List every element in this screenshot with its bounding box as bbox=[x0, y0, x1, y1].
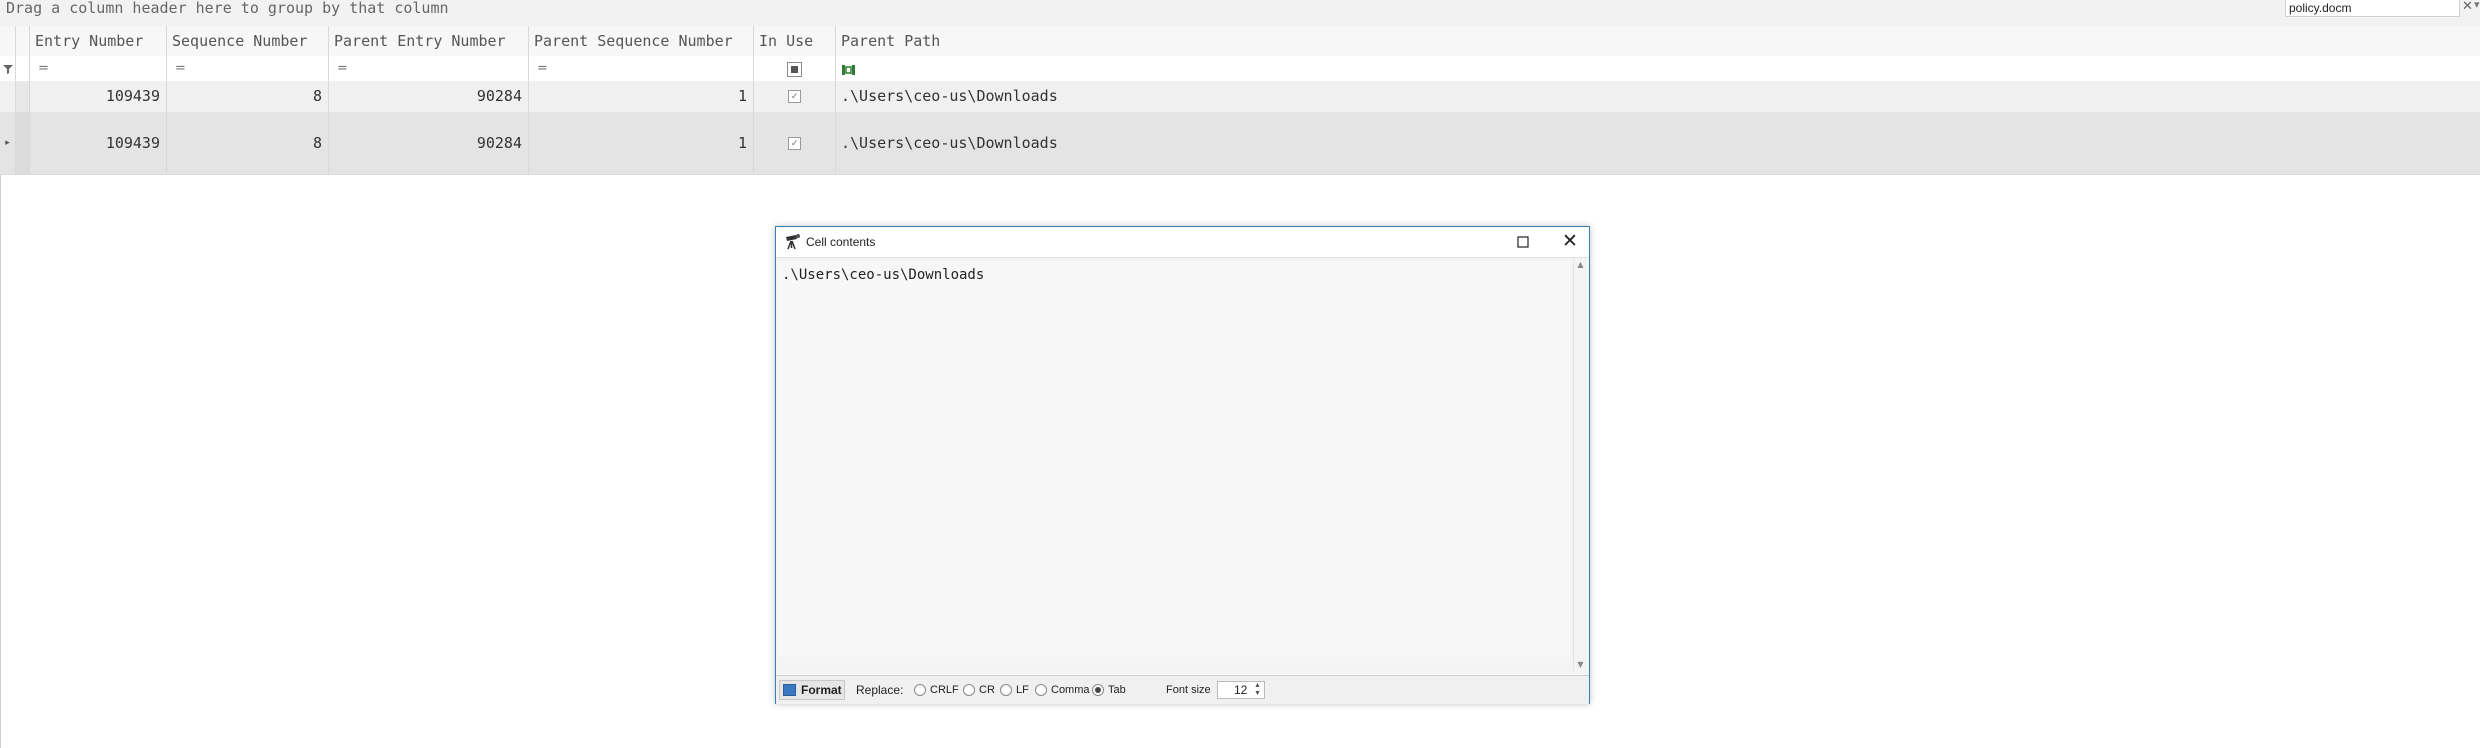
row-focus-indicator-icon: ▸ bbox=[0, 112, 16, 174]
search-options-icon[interactable]: ▾ bbox=[2474, 0, 2480, 11]
radio-comma[interactable] bbox=[1035, 684, 1047, 696]
cell-parent-sequence-number[interactable]: 1 bbox=[529, 112, 754, 174]
radio-cr-label: CR bbox=[979, 684, 995, 696]
cell-sequence-number[interactable]: 8 bbox=[167, 112, 329, 174]
cell-parent-path[interactable]: .\Users\ceo-us\Downloads bbox=[836, 81, 2480, 112]
radio-comma-label: Comma bbox=[1051, 684, 1090, 696]
data-grid[interactable]: Entry Number Sequence Number Parent Entr… bbox=[0, 26, 2480, 175]
filter-sequence-number[interactable]: = bbox=[167, 56, 329, 81]
filter-in-use-checkbox[interactable] bbox=[754, 56, 836, 81]
dialog-footer: Format Replace: CRLF CR LF Comma Tab Fon… bbox=[776, 675, 1589, 704]
filter-parent-entry-number[interactable]: = bbox=[329, 56, 529, 81]
radio-tab-label: Tab bbox=[1108, 684, 1126, 696]
row-spacer bbox=[16, 81, 30, 112]
font-size-label: Font size bbox=[1166, 684, 1211, 696]
scroll-down-icon[interactable]: ▼ bbox=[1576, 660, 1585, 669]
radio-crlf-label: CRLF bbox=[930, 684, 959, 696]
filter-parent-sequence-number[interactable]: = bbox=[529, 56, 754, 81]
filter-icon[interactable] bbox=[0, 56, 16, 81]
cell-entry-number[interactable]: 109439 bbox=[30, 81, 167, 112]
dialog-titlebar[interactable]: Cell contents ✕ bbox=[776, 227, 1589, 258]
cell-contents-dialog[interactable]: Cell contents ✕ .\Users\ceo-us\Downloads… bbox=[775, 226, 1590, 704]
column-header-sequence-number[interactable]: Sequence Number bbox=[167, 26, 329, 56]
in-use-checkbox[interactable]: ✓ bbox=[788, 90, 801, 103]
cell-parent-path[interactable]: .\Users\ceo-us\Downloads bbox=[836, 112, 2480, 174]
search-clear-icon[interactable]: ✕ bbox=[2462, 0, 2473, 14]
cell-in-use[interactable]: ✓ bbox=[754, 81, 836, 112]
filter-entry-number[interactable]: = bbox=[30, 56, 167, 81]
table-row-selected[interactable]: ▸ 109439 8 90284 1 ✓ .\Users\ceo-us\Down… bbox=[0, 112, 2480, 175]
filter-parent-path[interactable] bbox=[836, 56, 2480, 81]
radio-crlf[interactable] bbox=[914, 684, 926, 696]
radio-tab[interactable] bbox=[1092, 684, 1104, 696]
spin-arrows-icon[interactable]: ▲ ▼ bbox=[1254, 682, 1261, 698]
filter-spacer bbox=[16, 56, 30, 81]
spacer-header bbox=[16, 26, 30, 56]
cell-entry-number[interactable]: 109439 bbox=[30, 112, 167, 174]
row-indicator-header bbox=[0, 26, 16, 56]
row-spacer bbox=[16, 112, 30, 174]
maximize-icon[interactable] bbox=[1514, 233, 1532, 251]
in-use-checkbox[interactable]: ✓ bbox=[788, 137, 801, 150]
cell-in-use[interactable]: ✓ bbox=[754, 112, 836, 174]
column-header-parent-path[interactable]: Parent Path bbox=[836, 26, 2480, 56]
column-header-in-use[interactable]: In Use bbox=[754, 26, 836, 56]
search-input[interactable]: policy.docm bbox=[2285, 0, 2460, 17]
cell-parent-entry-number[interactable]: 90284 bbox=[329, 81, 529, 112]
radio-cr[interactable] bbox=[963, 684, 975, 696]
grid-filter-row[interactable]: = = = = bbox=[0, 56, 2480, 82]
format-button-label: Format bbox=[801, 683, 842, 697]
column-header-entry-number[interactable]: Entry Number bbox=[30, 26, 167, 56]
font-size-value[interactable]: 12 bbox=[1234, 682, 1247, 698]
close-icon[interactable]: ✕ bbox=[1560, 231, 1580, 251]
telescope-icon bbox=[786, 234, 800, 250]
cell-sequence-number[interactable]: 8 bbox=[167, 81, 329, 112]
vertical-scrollbar[interactable]: ▲ ▼ bbox=[1573, 258, 1587, 671]
font-size-stepper[interactable]: 12 ▲ ▼ bbox=[1217, 681, 1265, 699]
format-icon bbox=[783, 684, 796, 696]
group-by-panel[interactable]: Drag a column header here to group by th… bbox=[0, 0, 2480, 27]
format-button[interactable]: Format bbox=[779, 680, 845, 700]
group-by-hint: Drag a column header here to group by th… bbox=[6, 0, 449, 17]
column-header-parent-entry-number[interactable]: Parent Entry Number bbox=[329, 26, 529, 56]
cell-content-textarea[interactable]: .\Users\ceo-us\Downloads bbox=[779, 261, 1570, 657]
cell-parent-sequence-number[interactable]: 1 bbox=[529, 81, 754, 112]
radio-lf-label: LF bbox=[1016, 684, 1029, 696]
table-row[interactable]: 109439 8 90284 1 ✓ .\Users\ceo-us\Downlo… bbox=[0, 81, 2480, 113]
cell-parent-entry-number[interactable]: 90284 bbox=[329, 112, 529, 174]
filter-text-icon bbox=[842, 64, 855, 75]
row-indicator bbox=[0, 81, 16, 112]
replace-label: Replace: bbox=[856, 683, 904, 697]
column-header-parent-sequence-number[interactable]: Parent Sequence Number bbox=[529, 26, 754, 56]
scroll-up-icon[interactable]: ▲ bbox=[1576, 260, 1585, 269]
grid-header-row: Entry Number Sequence Number Parent Entr… bbox=[0, 26, 2480, 57]
dialog-title: Cell contents bbox=[806, 235, 876, 249]
radio-lf[interactable] bbox=[1000, 684, 1012, 696]
filter-indeterminate-checkbox[interactable] bbox=[787, 62, 802, 77]
